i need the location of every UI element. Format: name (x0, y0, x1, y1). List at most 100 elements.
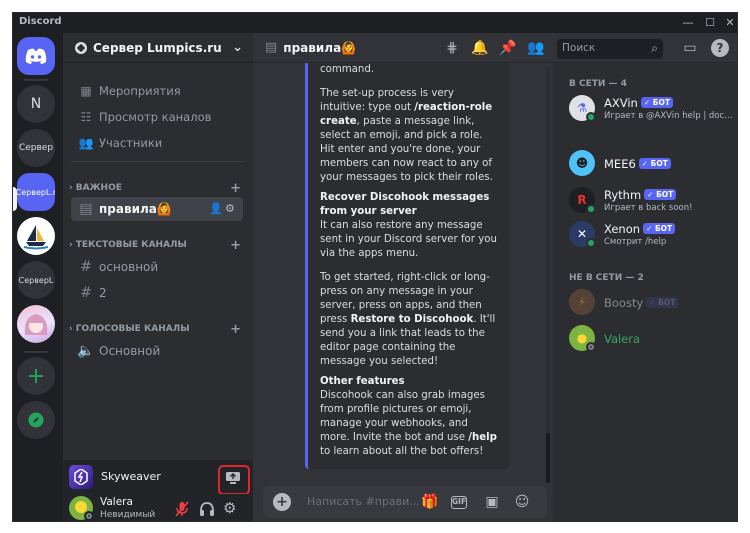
message-embed: command. The set-up process is very intu… (305, 63, 509, 469)
embed-paragraph-2: It can also restore any message sent in … (320, 220, 497, 259)
channel-rules-label: правила🙆 (99, 202, 172, 216)
discord-window: Discord — ☐ ✕ N Сервер СерверL.r СерверL (12, 12, 738, 522)
browse-icon: ☷ (80, 110, 92, 124)
activity-name: Skyweaver (101, 470, 161, 483)
attach-plus-icon[interactable]: + (273, 493, 291, 511)
status-invisible-icon (586, 342, 596, 352)
search-placeholder: Поиск (562, 42, 596, 54)
mic-muted-icon[interactable] (175, 501, 191, 517)
server-serverl[interactable]: СерверL (17, 261, 55, 299)
status-online-icon (586, 204, 596, 214)
bot-badge: ✓ БОТ (640, 97, 673, 108)
status-online-icon (586, 238, 596, 248)
server-lumpics[interactable]: СерверL.r (17, 173, 55, 211)
anime-avatar-icon (24, 314, 48, 335)
bot-badge: ✓ БОТ (638, 158, 671, 169)
help-icon[interactable]: ? (711, 39, 729, 57)
voice-channel-main[interactable]: 🔈 Основной (71, 339, 243, 363)
sticker-icon[interactable]: ▣ (483, 493, 501, 511)
embed-paragraph-1: The set-up process is very intuitive: ty… (320, 88, 493, 183)
scrollbar-track[interactable] (546, 67, 550, 483)
rules-channel-icon: ▤ (79, 201, 93, 217)
bell-icon[interactable]: 🔔 (471, 39, 489, 57)
embed-lead: command. (320, 64, 375, 75)
server-server[interactable]: Сервер (17, 129, 55, 167)
channel-main[interactable]: # основной (71, 255, 243, 279)
close-button[interactable]: ✕ (721, 15, 737, 31)
avatar: ☻ (569, 150, 595, 176)
message-composer[interactable]: + Написать #прави... 🎁 GIF ▣ ☺ (263, 486, 547, 518)
nav-browse-label: Просмотр каналов (99, 110, 212, 124)
rules-channel-icon: ▤ (265, 40, 278, 55)
minimize-button[interactable]: — (679, 15, 697, 31)
server-header[interactable]: Сервер Lumpics.ru ⌄ (63, 33, 253, 63)
nav-members[interactable]: 👥 Участники (71, 131, 243, 155)
add-channel-icon[interactable]: + (230, 181, 241, 196)
bot-badge: ✓ БОТ (646, 297, 679, 308)
gear-icon[interactable]: ⚙ (225, 202, 235, 215)
chevron-down-icon: ⌄ (232, 40, 243, 55)
members-icon: 👥 (78, 136, 94, 150)
headphones-icon[interactable] (199, 501, 215, 517)
member-activity: Смотрит /help (604, 237, 667, 247)
screen-share-icon[interactable] (225, 470, 243, 484)
home-button[interactable] (17, 37, 55, 75)
gift-icon[interactable]: 🎁 (421, 493, 439, 511)
nav-events[interactable]: ▦ Мероприятия (71, 79, 243, 103)
member-list: В СЕТИ — 4 ⚗ AXVin ✓ БОТ Играет в @AXVin … (553, 63, 737, 521)
pin-icon[interactable]: 📌 (499, 39, 517, 57)
server-ship[interactable] (17, 217, 55, 255)
member-valera[interactable]: ● Valera (569, 323, 734, 355)
member-name-row: Boosty ✓ БОТ (604, 296, 679, 310)
search-icon: ⌕ (651, 41, 658, 55)
add-server-button[interactable]: + (17, 357, 55, 395)
add-channel-icon[interactable]: + (230, 322, 241, 337)
channel-main-label: основной (99, 260, 159, 274)
member-mee6[interactable]: ☻ MEE6 ✓ БОТ (569, 148, 734, 180)
member-name-row: AXVin ✓ БОТ (604, 96, 673, 110)
avatar: ⚡ (569, 289, 595, 315)
embed-heading-recover: Recover Discohook messages from your ser… (320, 192, 490, 217)
category-text[interactable]: › ТЕКСТОВЫЕ КАНАЛЫ + (69, 238, 245, 253)
channel-2-label: 2 (99, 286, 107, 300)
channel-sidebar: Сервер Lumpics.ru ⌄ ▦ Мероприятия ☷ Прос… (63, 33, 253, 521)
member-name-row: Xenon ✓ БОТ (604, 222, 676, 236)
member-list-icon[interactable]: 👥 (527, 39, 545, 57)
threads-icon[interactable]: ⋕ (443, 39, 461, 57)
bot-badge: ✓ БОТ (643, 223, 676, 234)
member-axvin[interactable]: ⚗ AXVin ✓ БОТ Играет в @AXVin help | docs… (569, 93, 734, 125)
nav-browse-channels[interactable]: ☷ Просмотр каналов (71, 105, 243, 129)
composer-input[interactable]: Написать #прави... (307, 495, 420, 508)
maximize-button[interactable]: ☐ (701, 15, 719, 31)
invite-icon[interactable]: 👤 (209, 202, 223, 215)
ship-icon (23, 225, 49, 250)
member-boosty[interactable]: ⚡ Boosty ✓ БОТ (569, 287, 734, 319)
emoji-icon[interactable]: ☺ (513, 493, 531, 511)
gear-icon[interactable]: ⚙ (223, 499, 236, 517)
member-rythm[interactable]: R Rythm ✓ БОТ Играет в back soon! (569, 185, 734, 217)
online-header: В СЕТИ — 4 (569, 79, 627, 89)
category-voice[interactable]: › ГОЛОСОВЫЕ КАНАЛЫ + (69, 322, 245, 337)
bot-badge: ✓ БОТ (644, 189, 677, 200)
server-n[interactable]: N (17, 85, 55, 123)
inbox-icon[interactable]: ▭ (681, 39, 699, 57)
nav-events-label: Мероприятия (99, 84, 181, 98)
explore-button[interactable] (17, 401, 55, 439)
title-bar: Discord — ☐ ✕ (13, 13, 737, 33)
speaker-icon: 🔈 (77, 343, 95, 359)
gif-icon[interactable]: GIF (451, 496, 467, 509)
scrollbar-thumb[interactable] (546, 433, 550, 483)
hash-icon: # (80, 285, 92, 301)
channel-2[interactable]: # 2 (71, 281, 243, 305)
channel-rules[interactable]: ▤ правила🙆 👤 ⚙ (71, 197, 243, 221)
member-xenon[interactable]: ✕ Xenon ✓ БОТ Смотрит /help (569, 219, 734, 251)
skyweaver-icon (69, 465, 93, 489)
member-activity: Играет в @AXVin help | docs.... (604, 111, 734, 121)
search-input[interactable]: Поиск ⌕ (557, 39, 663, 59)
category-important[interactable]: › ВАЖНОЕ + (69, 181, 245, 196)
user-panel: Valera Невидимый ⚙ (63, 494, 253, 521)
server-anime[interactable] (17, 305, 55, 343)
server-badge-icon (75, 41, 87, 54)
add-channel-icon[interactable]: + (230, 238, 241, 253)
member-name-row: Rythm ✓ БОТ (604, 188, 677, 202)
